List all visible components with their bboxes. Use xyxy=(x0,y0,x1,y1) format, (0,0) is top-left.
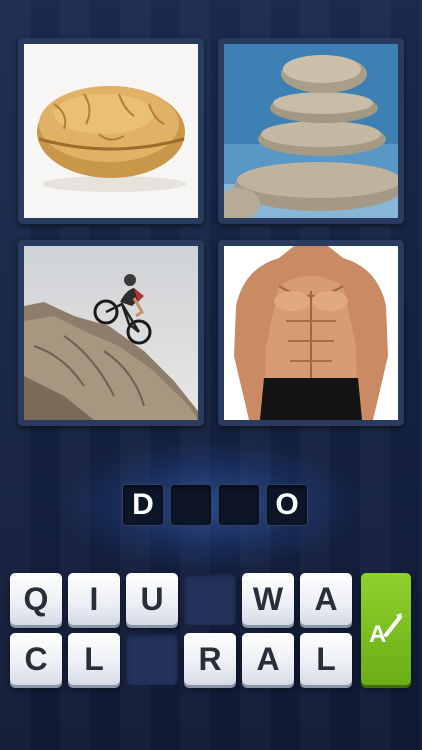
empty-key-slot xyxy=(184,573,236,625)
picture-tile-1[interactable] xyxy=(18,38,204,224)
answer-slots: D O xyxy=(122,484,308,526)
letter-key[interactable]: A xyxy=(300,573,352,625)
hint-letter: A xyxy=(369,621,386,648)
mountain-biker-image xyxy=(24,246,198,420)
magic-wand-icon: A xyxy=(369,613,402,648)
picture-tile-2[interactable] xyxy=(218,38,404,224)
answer-slot[interactable]: O xyxy=(266,484,308,526)
letter-key[interactable]: Q xyxy=(10,573,62,625)
picture-tile-4[interactable] xyxy=(218,240,404,426)
letter-key[interactable]: A xyxy=(242,633,294,685)
letter-key[interactable]: C xyxy=(10,633,62,685)
answer-slot[interactable] xyxy=(218,484,260,526)
hint-button[interactable]: A xyxy=(361,573,411,685)
empty-key-slot xyxy=(126,633,178,685)
letter-key[interactable]: L xyxy=(300,633,352,685)
stacked-stones-image xyxy=(224,44,398,218)
letter-key[interactable]: R xyxy=(184,633,236,685)
letter-key[interactable]: I xyxy=(68,573,120,625)
answer-slot[interactable] xyxy=(170,484,212,526)
muscular-torso-image xyxy=(224,246,398,420)
letter-key[interactable]: W xyxy=(242,573,294,625)
walnut-image xyxy=(24,44,198,218)
letter-key[interactable]: L xyxy=(68,633,120,685)
picture-tile-3[interactable] xyxy=(18,240,204,426)
letter-key[interactable]: U xyxy=(126,573,178,625)
answer-slot[interactable]: D xyxy=(122,484,164,526)
